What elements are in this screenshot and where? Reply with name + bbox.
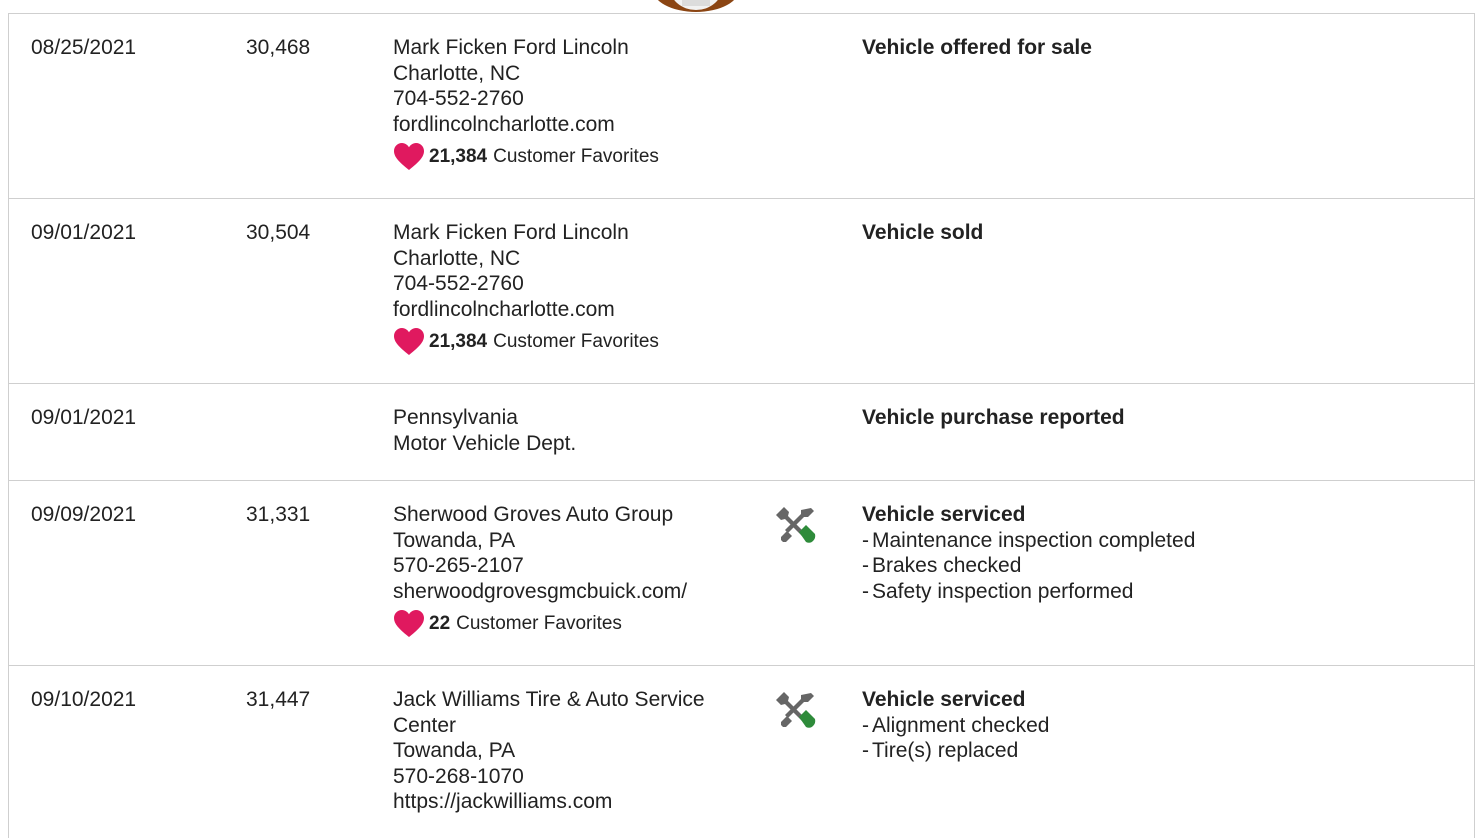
odometer-reading: 31,331 <box>246 503 311 526</box>
odometer-reading: 30,468 <box>246 36 311 59</box>
source-info: Pennsylvania Motor Vehicle Dept. <box>393 405 753 456</box>
source-phone[interactable]: 704-552-2760 <box>393 86 753 112</box>
favorites-label: Customer Favorites <box>493 331 659 352</box>
record-details: Vehicle serviced - Maintenance inspection… <box>862 502 1462 604</box>
table-row: 09/10/2021 31,447 Jack Williams Tire & A… <box>9 666 1474 838</box>
table-row: 08/25/2021 30,468 Mark Ficken Ford Linco… <box>9 14 1474 199</box>
source-name: Pennsylvania <box>393 406 518 429</box>
history-table: 08/25/2021 30,468 Mark Ficken Ford Linco… <box>8 13 1475 838</box>
heart-icon <box>394 143 424 170</box>
source-location: Charlotte, NC <box>393 61 521 85</box>
table-row: 09/01/2021 30,504 Mark Ficken Ford Linco… <box>9 199 1474 384</box>
customer-favorites[interactable]: 22 Customer Favorites <box>393 609 753 639</box>
detail-item: - Brakes checked <box>862 554 1022 577</box>
source-website-link[interactable]: fordlincolncharlotte.com <box>393 297 753 323</box>
record-date: 09/01/2021 <box>31 221 137 244</box>
source-info: Mark Ficken Ford Lincoln Charlotte, NC 7… <box>393 220 753 357</box>
source-phone[interactable]: 570-265-2107 <box>393 553 753 579</box>
detail-item: - Tire(s) replaced <box>862 739 1019 762</box>
record-details: Vehicle serviced - Alignment checked - Tir… <box>862 687 1462 764</box>
source-name[interactable]: Mark Ficken Ford Lincoln <box>393 35 753 61</box>
table-row: 09/09/2021 31,331 Sherwood Groves Auto G… <box>9 481 1474 666</box>
source-info: Sherwood Groves Auto Group Towanda, PA 5… <box>393 502 753 639</box>
source-website-link[interactable]: fordlincolncharlotte.com <box>393 112 753 138</box>
source-location: Towanda, PA <box>393 528 516 552</box>
odometer-reading: 30,504 <box>246 221 311 244</box>
favorites-label: Customer Favorites <box>456 613 622 634</box>
detail-title: Vehicle purchase reported <box>862 406 1125 429</box>
detail-item: - Safety inspection performed <box>862 579 1134 603</box>
source-info: Mark Ficken Ford Lincoln Charlotte, NC 7… <box>393 35 753 172</box>
heart-icon <box>394 328 424 355</box>
source-phone[interactable]: 704-552-2760 <box>393 271 753 297</box>
source-website-link[interactable]: https://jackwilliams.com <box>393 789 753 815</box>
header-badge-image <box>652 0 740 14</box>
source-location: Charlotte, NC <box>393 246 521 270</box>
detail-title: Vehicle sold <box>862 221 984 244</box>
record-date: 09/10/2021 <box>31 688 137 711</box>
record-date: 08/25/2021 <box>31 36 137 59</box>
source-department: Motor Vehicle Dept. <box>393 431 577 455</box>
vehicle-history-page: 08/25/2021 30,468 Mark Ficken Ford Linco… <box>0 0 1477 838</box>
source-website-link[interactable]: sherwoodgrovesgmcbuick.com/ <box>393 579 753 605</box>
record-date: 09/09/2021 <box>31 503 137 526</box>
detail-title: Vehicle serviced <box>862 503 1026 526</box>
source-phone[interactable]: 570-268-1070 <box>393 764 753 790</box>
detail-item: - Maintenance inspection completed <box>862 528 1196 552</box>
record-details: Vehicle offered for sale <box>862 35 1462 61</box>
table-row: 09/01/2021 Pennsylvania Motor Vehicle De… <box>9 384 1474 481</box>
record-details: Vehicle purchase reported <box>862 405 1462 431</box>
source-name[interactable]: Jack Williams Tire & Auto Service Center <box>393 687 738 738</box>
source-name[interactable]: Sherwood Groves Auto Group <box>393 502 753 528</box>
detail-title: Vehicle offered for sale <box>862 36 1092 59</box>
heart-icon <box>394 610 424 637</box>
customer-favorites[interactable]: 21,384 Customer Favorites <box>393 142 753 172</box>
source-location: Towanda, PA <box>393 739 516 762</box>
favorites-label: Customer Favorites <box>493 146 659 167</box>
odometer-reading: 31,447 <box>246 688 311 711</box>
record-date: 09/01/2021 <box>31 406 137 429</box>
service-tools-icon <box>775 690 817 732</box>
detail-title: Vehicle serviced <box>862 688 1026 711</box>
favorites-count: 21,384 <box>429 331 488 352</box>
source-info: Jack Williams Tire & Auto Service Center… <box>393 687 753 815</box>
customer-favorites[interactable]: 21,384 Customer Favorites <box>393 327 753 357</box>
source-name[interactable]: Mark Ficken Ford Lincoln <box>393 220 753 246</box>
detail-item: - Alignment checked <box>862 713 1050 737</box>
service-tools-icon <box>775 505 817 547</box>
record-details: Vehicle sold <box>862 220 1462 246</box>
favorites-count: 21,384 <box>429 146 488 167</box>
favorites-count: 22 <box>429 613 451 634</box>
